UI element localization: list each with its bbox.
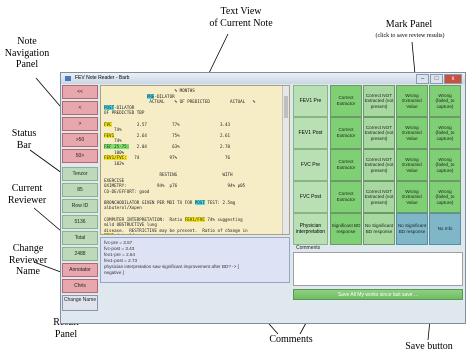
- note-content: % MONTHS PRE-DILATOR ACTUAL % OF PREDICT…: [104, 88, 286, 234]
- note-text: [104, 94, 147, 99]
- mark-button[interactable]: Wrong (failed_to capture): [429, 85, 461, 117]
- note-text: 74%: [104, 127, 122, 133]
- comments-input[interactable]: [293, 252, 463, 286]
- note-text: RESTING WITH: [104, 171, 233, 177]
- mark-button[interactable]: Correct NOT Extracted (not present): [363, 85, 395, 117]
- mark-button[interactable]: Wrong Extracted Value: [396, 149, 428, 181]
- note-text: 74% suggesting: [204, 216, 243, 222]
- status-total-value: 2488: [62, 247, 98, 261]
- mark-button[interactable]: Wrong (failed_to capture): [429, 117, 461, 149]
- maximize-button[interactable]: □: [430, 74, 443, 84]
- comments-label: Comments: [296, 245, 321, 251]
- note-text: EXERCISE: [104, 177, 125, 183]
- note-text: 100%: [104, 149, 125, 155]
- mark-button[interactable]: Wrong (failed_to capture): [429, 149, 461, 181]
- mark-row: FEV1 Pre Correct Extractor Correct NOT Ext…: [293, 85, 463, 117]
- minimize-button[interactable]: –: [416, 74, 429, 84]
- nav-jump-back-50-button[interactable]: >50: [62, 133, 98, 147]
- status-row-id-value: 5136: [62, 215, 98, 229]
- mark-row: FVC Post Correct Extractor Correct NOT Ext…: [293, 181, 463, 213]
- mark-button[interactable]: No Significant BD response: [363, 213, 395, 245]
- note-text: mild OBSTRUCTIVE lung: [104, 222, 157, 228]
- title-bar: FEV Note Reader - Barb – □ x: [61, 73, 465, 84]
- annotator-button[interactable]: Annotator: [62, 263, 98, 277]
- note-line: FEV1 4 is 14: [104, 233, 286, 234]
- note-text: -DILATOR: [114, 104, 135, 110]
- mark-button[interactable]: Wrong Extracted Value: [396, 117, 428, 149]
- note-scrollbar-thumb[interactable]: [284, 96, 288, 118]
- nav-next-button[interactable]: >: [62, 117, 98, 131]
- status-row-id-label: Row ID: [62, 199, 98, 213]
- note-text: 2.04 63% 2.70: [129, 143, 231, 149]
- note-text-view[interactable]: % MONTHS PRE-DILATOR ACTUAL % OF PREDICT…: [100, 85, 290, 235]
- status-total-label: Total: [62, 231, 98, 245]
- mark-row-label: FEV1 Pre: [293, 85, 328, 117]
- status-reviewer-name: Tenzor: [62, 167, 98, 181]
- highlighted-term: POST: [104, 104, 115, 110]
- note-text: ACTUAL % OF PREDICTED ACTUAL %: [104, 99, 256, 105]
- mark-button[interactable]: Wrong (failed_to capture): [429, 181, 461, 213]
- mark-row-label: FVC Pre: [293, 149, 328, 181]
- mark-button[interactable]: Correct Extractor: [330, 181, 362, 213]
- note-text: -DILATOR: [154, 93, 175, 99]
- nav-first-button[interactable]: <<: [62, 85, 98, 99]
- close-button[interactable]: x: [444, 74, 462, 84]
- highlighted-term: FEV1: [104, 233, 115, 234]
- mark-row: FEV1 Post Correct Extractor Correct NOT Ex…: [293, 117, 463, 149]
- note-text: COMPUTER INTERPRETATION: Ratio: [104, 216, 185, 222]
- note-text: 74 97% 76: [126, 155, 231, 161]
- nav-prev-button[interactable]: <: [62, 101, 98, 115]
- note-text: OXIMETRY: 94% p76 94% p05: [104, 183, 246, 189]
- highlighted-term: FEV1/FVC:: [104, 155, 127, 161]
- window-title: FEV Note Reader - Barb: [75, 75, 130, 81]
- app-icon: [65, 76, 71, 81]
- highlighted-term: POST: [194, 199, 205, 205]
- note-text: 102%: [104, 160, 125, 166]
- save-button[interactable]: Save All My works since last save ...: [293, 289, 463, 300]
- mark-row: Physician interpretation Significant BD r…: [293, 213, 463, 245]
- mark-button[interactable]: Correct NOT Extracted (not present): [363, 149, 395, 181]
- nav-jump-forward-50-button[interactable]: 50>: [62, 149, 98, 163]
- result-line: negative ]: [104, 270, 124, 275]
- note-text: 4 is 14: [114, 233, 135, 234]
- note-text: albuterol/Xopen: [104, 205, 142, 211]
- note-text: TEST: 2.5mg: [204, 199, 236, 205]
- highlighted-term: FEF 25-75:: [104, 143, 130, 149]
- mark-row-label: FVC Post: [293, 181, 328, 213]
- highlighted-term: FVC: [104, 121, 112, 127]
- note-text: disease. RESTRICTIVE may be present. Rat…: [104, 227, 248, 233]
- mark-button[interactable]: Significant BD response: [330, 213, 362, 245]
- note-scrollbar[interactable]: [282, 86, 289, 234]
- mark-row: FVC Pre Correct Extractor Correct NOT Extr…: [293, 149, 463, 181]
- mark-row-label: FEV1 Post: [293, 117, 328, 149]
- mark-button[interactable]: Correct NOT Extracted (not present): [363, 117, 395, 149]
- mark-button[interactable]: Wrong Extracted Value: [396, 85, 428, 117]
- highlighted-term: FEV1/FVC: [184, 216, 205, 222]
- note-text: BRONCHODILATOR GIVEN PER MDI TX FOR: [104, 199, 195, 205]
- note-text: OF PREDICTED TBP: [104, 110, 145, 116]
- mark-button[interactable]: Correct Extractor: [330, 149, 362, 181]
- current-reviewer-name: Chris: [62, 279, 98, 293]
- note-text: 74%: [104, 138, 122, 144]
- status-index: 85: [62, 183, 98, 197]
- mark-button[interactable]: No Significant BD response: [396, 213, 428, 245]
- note-text: % MONTHS: [104, 88, 195, 93]
- mark-button[interactable]: Wrong Extracted Value: [396, 181, 428, 213]
- note-text: CO-DE/EFFORT: good: [104, 188, 150, 194]
- change-name-button[interactable]: Change Name: [62, 295, 98, 311]
- mark-row-label: Physician interpretation: [293, 213, 328, 245]
- mark-button[interactable]: Correct NOT Extracted (not present): [363, 181, 395, 213]
- note-text: 2.64 75% 2.61: [114, 132, 231, 138]
- mark-button[interactable]: No Info: [429, 213, 461, 245]
- mark-button[interactable]: Correct Extractor: [330, 117, 362, 149]
- highlighted-term: FEV1: [104, 132, 115, 138]
- note-text: 3.57 77% 3.43: [111, 121, 231, 127]
- mark-button[interactable]: Correct Extractor: [330, 85, 362, 117]
- result-panel: fvc-pre = 3.57 fvc-post = 3.43 fev1-pre …: [100, 237, 290, 283]
